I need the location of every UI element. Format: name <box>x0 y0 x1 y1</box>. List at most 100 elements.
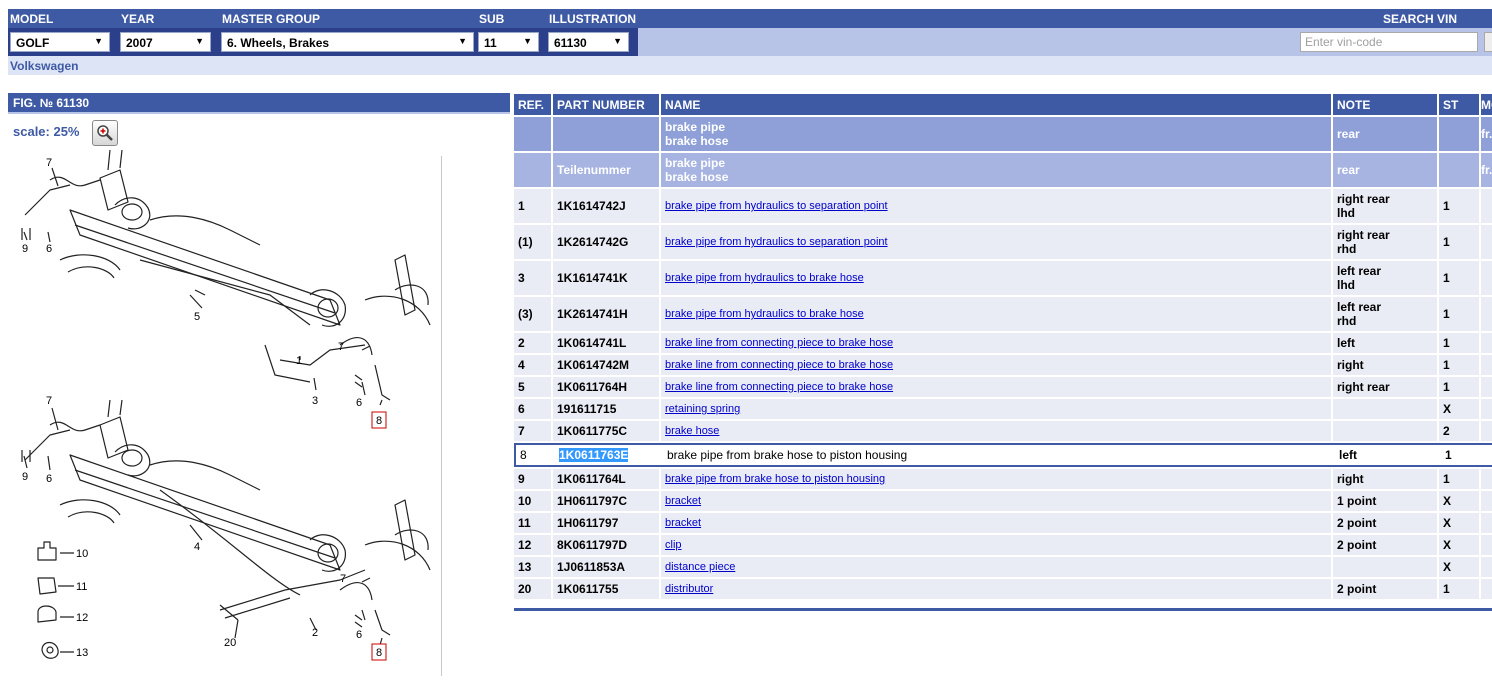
callout-4[interactable]: 4 <box>194 541 200 553</box>
model-select[interactable]: GOLF ▼ <box>10 32 110 52</box>
callout-8[interactable]: 8 <box>376 415 382 427</box>
callout-3[interactable]: 3 <box>312 395 318 407</box>
mo-cell <box>1481 333 1492 353</box>
table-row[interactable]: 2 1K0614741L brake line from connecting … <box>514 333 1492 353</box>
sub-label: SUB <box>479 12 505 26</box>
part-name-link[interactable]: distributor <box>665 583 713 595</box>
year-label: YEAR <box>121 12 155 26</box>
mo-cell <box>1481 261 1492 295</box>
callout-1[interactable]: 1 <box>296 355 302 367</box>
vin-search-input[interactable] <box>1300 32 1478 52</box>
callout-7[interactable]: 7 <box>46 395 52 407</box>
st-cell: X <box>1439 513 1479 533</box>
part-name-link[interactable]: distance piece <box>665 561 735 573</box>
callout-5[interactable]: 5 <box>194 311 200 323</box>
table-row[interactable]: (3) 1K2614741H brake pipe from hydraulic… <box>514 297 1492 331</box>
part-name-link[interactable]: brake line from connecting piece to brak… <box>665 359 893 371</box>
table-row[interactable]: 12 8K0611797D clip 2 point X <box>514 535 1492 555</box>
callout-13[interactable]: 13 <box>76 647 88 659</box>
figure-title-underline <box>8 112 510 114</box>
table-row[interactable]: 9 1K0611764L brake pipe from brake hose … <box>514 469 1492 489</box>
year-select[interactable]: 2007 ▼ <box>120 32 211 52</box>
mo-cell <box>1481 513 1492 533</box>
st-cell: 1 <box>1439 261 1479 295</box>
part-name-link[interactable]: brake pipe from hydraulics to brake hose <box>665 272 864 284</box>
group-mo: fr. <box>1481 153 1492 187</box>
table-row[interactable]: 10 1H0611797C bracket 1 point X <box>514 491 1492 511</box>
table-row[interactable]: 11 1H0611797 bracket 2 point X <box>514 513 1492 533</box>
st-cell: 1 <box>1439 469 1479 489</box>
name-cell: clip <box>661 535 1331 555</box>
name-cell: brake line from connecting piece to brak… <box>661 355 1331 375</box>
name-cell: brake pipe from hydraulics to brake hose <box>661 261 1331 295</box>
parts-illustration[interactable]: 7 9 6 5 1 3 7 6 8 7 9 6 4 2 7 6 8 20 10 … <box>10 150 438 678</box>
part-name-link[interactable]: retaining spring <box>665 403 740 415</box>
sub-select[interactable]: 11 ▼ <box>478 32 539 52</box>
figure-title: FIG. № 61130 <box>8 93 510 112</box>
st-cell: 1 <box>1439 579 1479 599</box>
part-number-cell: 1K0614742M <box>553 355 659 375</box>
callout-8[interactable]: 8 <box>376 647 382 659</box>
illustration-select[interactable]: 61130 ▼ <box>548 32 629 52</box>
zoom-button[interactable] <box>92 120 118 146</box>
part-name-link[interactable]: brake pipe from hydraulics to separation… <box>665 236 888 248</box>
highlighted-part-number[interactable]: 1K0611763E <box>559 448 629 462</box>
table-row[interactable]: 6 191611715 retaining spring X <box>514 399 1492 419</box>
part-name-link[interactable]: brake line from connecting piece to brak… <box>665 337 893 349</box>
selected-table-row[interactable]: 8 1K0611763E brake pipe from brake hose … <box>514 443 1492 467</box>
table-row[interactable]: 7 1K0611775C brake hose 2 <box>514 421 1492 441</box>
mo-cell <box>1483 445 1492 465</box>
note-cell <box>1333 421 1437 441</box>
part-name-link[interactable]: brake hose <box>665 425 719 437</box>
name-column-header: NAME <box>661 94 1331 115</box>
part-name-link[interactable]: bracket <box>665 495 701 507</box>
callout-6[interactable]: 6 <box>46 473 52 485</box>
name-cell: brake pipe from brake hose to piston hou… <box>663 445 1333 465</box>
table-row[interactable]: (1) 1K2614742G brake pipe from hydraulic… <box>514 225 1492 259</box>
chevron-down-icon: ▼ <box>458 36 467 46</box>
figure-divider <box>441 156 442 676</box>
group-row: Teilenummer brake pipe brake hose rear fr… <box>514 153 1492 187</box>
callout-9[interactable]: 9 <box>22 471 28 483</box>
callout-20[interactable]: 20 <box>224 637 236 649</box>
callout-11[interactable]: 11 <box>76 581 87 593</box>
callout-6[interactable]: 6 <box>46 243 52 255</box>
part-name-link[interactable]: brake line from connecting piece to brak… <box>665 381 893 393</box>
group-ref-cell <box>514 117 551 151</box>
table-row[interactable]: 5 1K0611764H brake line from connecting … <box>514 377 1492 397</box>
table-row[interactable]: 1 1K1614742J brake pipe from hydraulics … <box>514 189 1492 223</box>
callout-7[interactable]: 7 <box>46 157 52 169</box>
callout-10[interactable]: 10 <box>76 548 88 560</box>
part-number-cell: 1K0611755 <box>553 579 659 599</box>
callout-6[interactable]: 6 <box>356 629 362 641</box>
note-cell: right rear <box>1333 377 1437 397</box>
part-name-link[interactable]: brake pipe from brake hose to piston hou… <box>667 448 907 462</box>
note-cell: right rear rhd <box>1333 225 1437 259</box>
mo-cell <box>1481 421 1492 441</box>
part-name-link[interactable]: bracket <box>665 517 701 529</box>
callout-7[interactable]: 7 <box>338 341 344 353</box>
illustration-select-value: 61130 <box>554 36 587 50</box>
callout-2[interactable]: 2 <box>312 627 318 639</box>
callout-7[interactable]: 7 <box>340 573 346 585</box>
master-group-select[interactable]: 6. Wheels, Brakes ▼ <box>221 32 474 52</box>
callout-12[interactable]: 12 <box>76 612 88 624</box>
table-row[interactable]: 3 1K1614741K brake pipe from hydraulics … <box>514 261 1492 295</box>
part-number-cell: 1K0611763E <box>555 445 661 465</box>
brand-link[interactable]: Volkswagen <box>10 59 78 73</box>
table-row[interactable]: 20 1K0611755 distributor 2 point 1 <box>514 579 1492 599</box>
part-name-link[interactable]: clip <box>665 539 682 551</box>
note-cell: 2 point <box>1333 513 1437 533</box>
group-name-line: brake hose <box>665 170 729 184</box>
callout-9[interactable]: 9 <box>22 243 28 255</box>
part-name-link[interactable]: brake pipe from brake hose to piston hou… <box>665 473 885 485</box>
part-name-link[interactable]: brake pipe from hydraulics to brake hose <box>665 308 864 320</box>
name-cell: bracket <box>661 513 1331 533</box>
table-row[interactable]: 4 1K0614742M brake line from connecting … <box>514 355 1492 375</box>
part-name-link[interactable]: brake pipe from hydraulics to separation… <box>665 200 888 212</box>
table-row[interactable]: 13 1J0611853A distance piece X <box>514 557 1492 577</box>
vin-search-button[interactable] <box>1484 32 1492 52</box>
name-cell: bracket <box>661 491 1331 511</box>
callout-6[interactable]: 6 <box>356 397 362 409</box>
group-row: brake pipe brake hose rear fr. <box>514 117 1492 151</box>
